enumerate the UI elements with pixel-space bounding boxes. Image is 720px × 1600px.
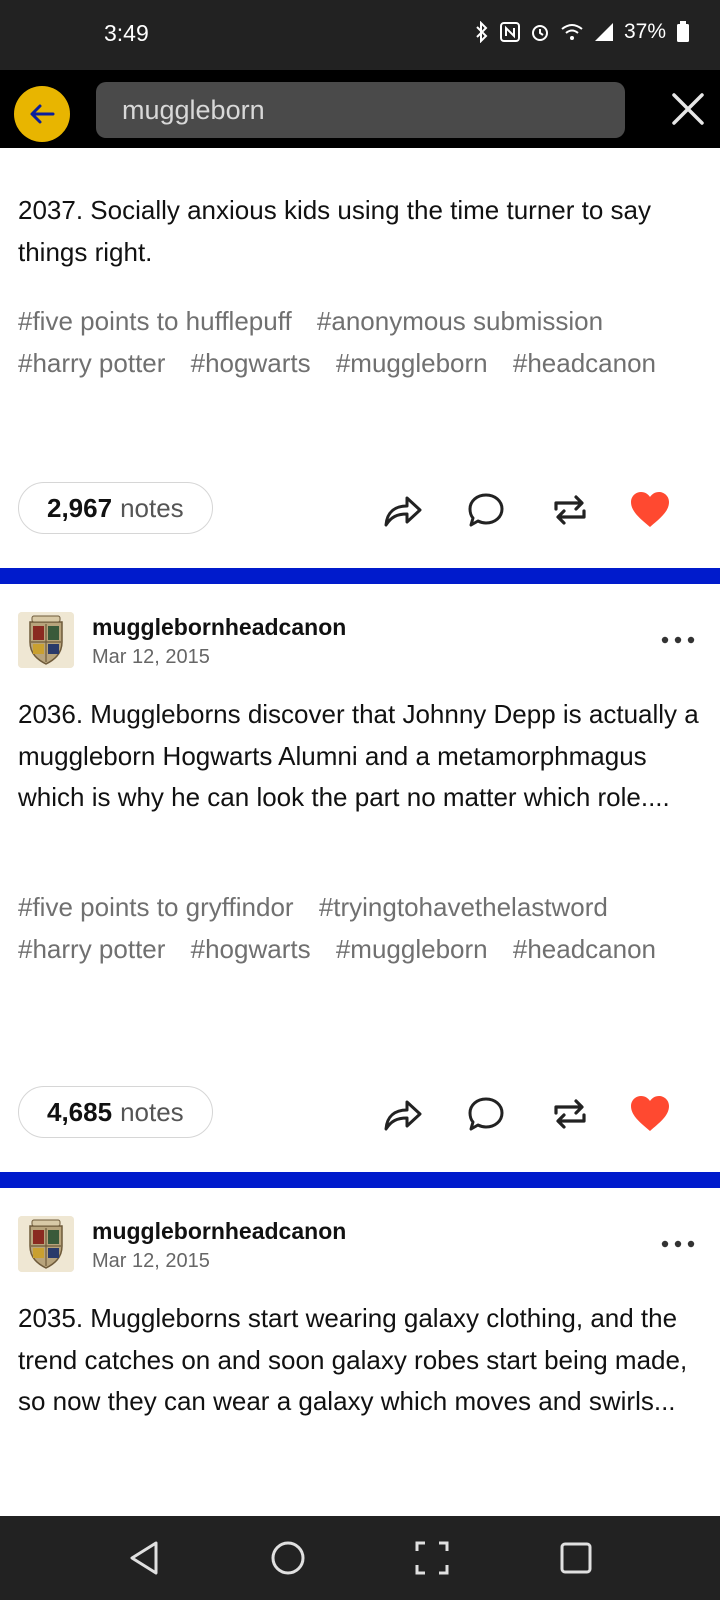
share-button[interactable] — [381, 1092, 425, 1136]
hogwarts-crest-image — [18, 612, 74, 668]
battery-icon — [676, 21, 690, 43]
nav-home-button[interactable] — [266, 1536, 310, 1580]
close-icon — [672, 93, 704, 125]
square-recents-icon — [560, 1542, 592, 1574]
notes-count: 2,967 — [47, 492, 113, 523]
more-dots-icon — [661, 1240, 695, 1248]
comment-icon — [468, 1097, 504, 1131]
notes-count: 4,685 — [47, 1096, 113, 1127]
avatar[interactable] — [18, 612, 74, 668]
triangle-back-icon — [130, 1541, 158, 1575]
tag[interactable]: #hogwarts — [191, 934, 311, 964]
notes-button[interactable]: 4,685 notes — [18, 1086, 213, 1138]
status-icons: 37% — [474, 20, 690, 44]
notes-label: notes — [120, 1096, 184, 1127]
post-body: 2037. Socially anxious kids using the ti… — [18, 195, 652, 267]
bluetooth-icon — [474, 21, 490, 43]
tag[interactable]: #muggleborn — [336, 934, 488, 964]
share-button[interactable] — [381, 488, 425, 532]
reply-button[interactable] — [464, 488, 508, 532]
back-button[interactable] — [14, 86, 70, 142]
post-tags: #five points to gryffindor #tryingtohave… — [18, 887, 708, 970]
reblog-icon — [554, 495, 586, 525]
post-date: Mar 12, 2015 — [92, 1250, 210, 1272]
post-footer: 2,967 notes — [18, 482, 702, 536]
status-bar: 3:49 37% — [0, 0, 720, 70]
blog-name[interactable]: mugglebornheadcanon — [92, 614, 346, 641]
tag[interactable]: #headcanon — [513, 934, 656, 964]
post-footer: 4,685 notes — [18, 1086, 702, 1140]
alarm-icon — [530, 22, 550, 42]
tag[interactable]: #five points to hufflepuff — [18, 306, 292, 336]
share-icon — [384, 1100, 422, 1131]
post-body: 2035. Muggleborns start wearing galaxy c… — [18, 1303, 688, 1416]
search-header: muggleborn — [0, 70, 720, 148]
share-icon — [384, 496, 422, 527]
notes-label: notes — [120, 492, 184, 523]
tag[interactable]: #five points to gryffindor — [18, 892, 294, 922]
reblog-button[interactable] — [548, 1092, 592, 1136]
system-navigation-bar — [0, 1516, 720, 1600]
post-divider — [0, 1172, 720, 1188]
hogwarts-crest-image — [18, 1216, 74, 1272]
tag[interactable]: #tryingtohavethelastword — [319, 892, 608, 922]
search-results-feed[interactable]: 2037. Socially anxious kids using the ti… — [0, 148, 720, 1516]
notes-button[interactable]: 2,967 notes — [18, 482, 213, 534]
nfc-icon — [499, 22, 520, 42]
post-tags: #five points to hufflepuff #anonymous su… — [18, 301, 708, 384]
circle-home-icon — [271, 1541, 305, 1575]
signal-icon — [594, 22, 614, 42]
post-header: mugglebornheadcanon Mar 12, 2015 — [18, 1216, 702, 1276]
tag[interactable]: #harry potter — [18, 934, 165, 964]
tag[interactable]: #muggleborn — [336, 348, 488, 378]
close-button[interactable] — [666, 87, 710, 131]
nav-back-button[interactable] — [122, 1536, 166, 1580]
like-button[interactable] — [628, 1092, 672, 1136]
more-options-button[interactable] — [658, 626, 698, 654]
avatar[interactable] — [18, 1216, 74, 1272]
blog-name[interactable]: mugglebornheadcanon — [92, 1218, 346, 1245]
heart-icon — [631, 492, 669, 527]
nav-screenshot-button[interactable] — [410, 1536, 454, 1580]
heart-icon — [631, 1096, 669, 1131]
like-button[interactable] — [628, 488, 672, 532]
reblog-button[interactable] — [548, 488, 592, 532]
post-body: 2036. Muggleborns discover that Johnny D… — [18, 699, 699, 812]
post-header: mugglebornheadcanon Mar 12, 2015 — [18, 612, 702, 672]
more-dots-icon — [661, 636, 695, 644]
tag[interactable]: #hogwarts — [191, 348, 311, 378]
nav-recents-button[interactable] — [554, 1536, 598, 1580]
arrow-left-icon — [30, 104, 55, 124]
status-time: 3:49 — [104, 20, 149, 46]
post-date: Mar 12, 2015 — [92, 646, 210, 668]
wifi-icon — [560, 22, 584, 42]
reblog-icon — [554, 1099, 586, 1129]
tag[interactable]: #headcanon — [513, 348, 656, 378]
search-input[interactable]: muggleborn — [96, 82, 625, 138]
reply-button[interactable] — [464, 1092, 508, 1136]
post-divider — [0, 568, 720, 584]
comment-icon — [468, 493, 504, 527]
tag[interactable]: #anonymous submission — [317, 306, 603, 336]
tag[interactable]: #harry potter — [18, 348, 165, 378]
screen-capture-icon — [415, 1541, 449, 1575]
battery-percent: 37% — [623, 20, 666, 43]
more-options-button[interactable] — [658, 1230, 698, 1258]
